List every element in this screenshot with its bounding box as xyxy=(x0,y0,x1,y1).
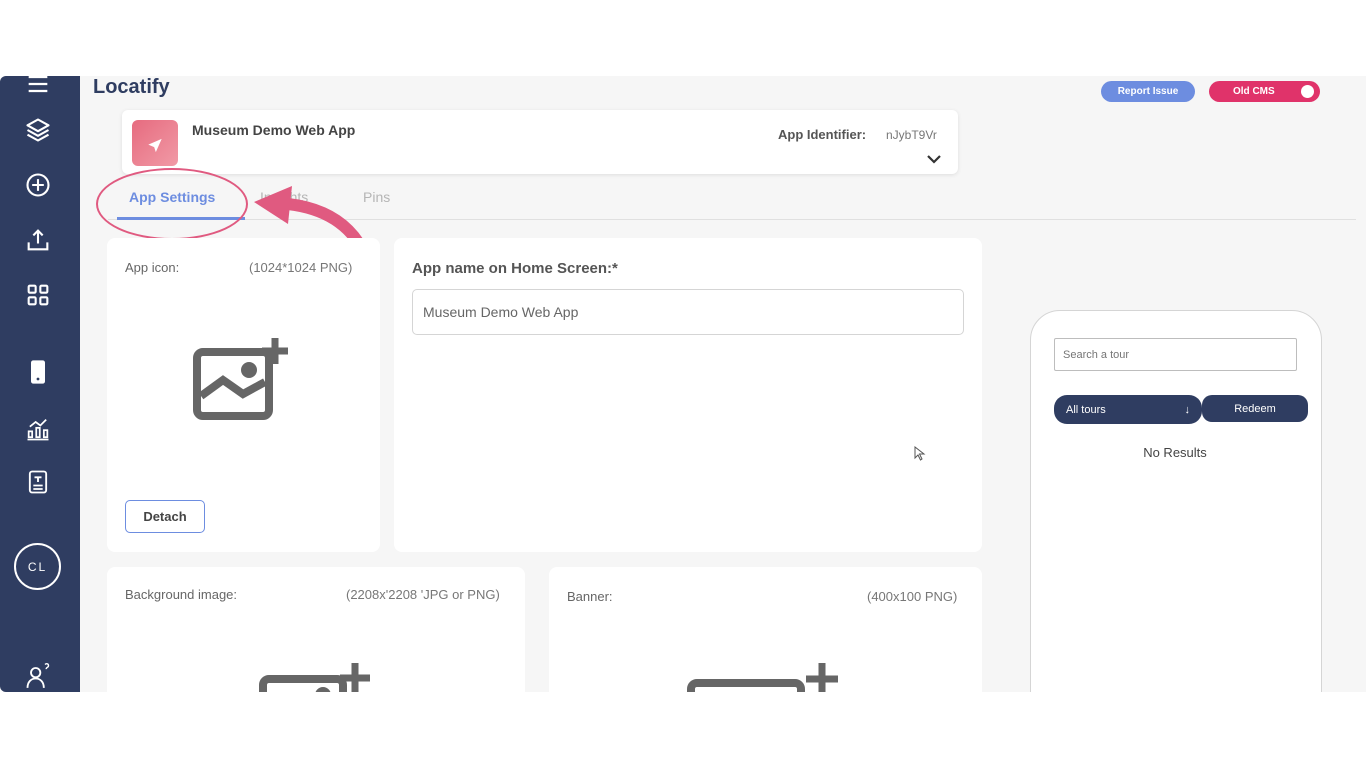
mouse-cursor-icon xyxy=(914,446,926,461)
user-avatar[interactable]: CL xyxy=(14,543,61,590)
app-window: CL Locatify Report Issue Old CMS Museum … xyxy=(0,76,1366,692)
analytics-icon[interactable] xyxy=(22,413,54,445)
apps-grid-icon[interactable] xyxy=(22,279,54,311)
plane-icon xyxy=(148,138,162,153)
detach-button[interactable]: Detach xyxy=(125,500,205,533)
add-image-icon[interactable] xyxy=(687,661,847,692)
banner-hint: (400x100 PNG) xyxy=(867,589,958,604)
no-results-text: No Results xyxy=(1143,445,1207,460)
app-name-field-label: App name on Home Screen:* xyxy=(412,260,618,277)
add-image-icon[interactable] xyxy=(257,661,377,692)
mobile-icon[interactable] xyxy=(22,356,54,388)
app-icon-card: App icon: (1024*1024 PNG) Detach xyxy=(107,238,380,552)
toggle-knob xyxy=(1301,85,1314,98)
background-image-card: Background image: (2208x'2208 'JPG or PN… xyxy=(107,567,525,692)
phone-preview: All tours ↓ Redeem No Results xyxy=(1030,310,1322,692)
chevron-down-icon[interactable] xyxy=(925,152,943,166)
background-image-hint: (2208x'2208 'JPG or PNG) xyxy=(346,587,500,602)
app-thumbnail xyxy=(132,120,178,166)
locatify-logo: Locatify xyxy=(93,76,170,98)
old-cms-toggle[interactable]: Old CMS xyxy=(1209,81,1320,102)
add-circle-icon[interactable] xyxy=(22,169,54,201)
redeem-button[interactable]: Redeem xyxy=(1202,395,1308,422)
highlight-ellipse xyxy=(96,168,248,240)
sidebar: CL xyxy=(0,76,80,692)
report-issue-button[interactable]: Report Issue xyxy=(1101,81,1195,102)
app-identifier-label: App Identifier: xyxy=(778,127,867,142)
background-image-label: Background image: xyxy=(125,587,238,602)
menu-icon[interactable] xyxy=(22,76,54,100)
app-name-input[interactable] xyxy=(412,289,964,335)
all-tours-label: All tours xyxy=(1066,403,1106,416)
help-user-icon[interactable] xyxy=(22,659,54,691)
app-name: Museum Demo Web App xyxy=(192,122,356,138)
old-cms-label: Old CMS xyxy=(1233,86,1275,97)
layers-icon[interactable] xyxy=(22,114,54,146)
app-identifier-value: nJybT9Vr xyxy=(886,128,937,142)
upload-icon[interactable] xyxy=(22,224,54,256)
avatar-initials: CL xyxy=(27,559,48,574)
app-icon-hint: (1024*1024 PNG) xyxy=(249,260,353,275)
banner-card: Banner: (400x100 PNG) xyxy=(549,567,982,692)
all-tours-dropdown[interactable]: All tours ↓ xyxy=(1054,395,1202,424)
arrow-down-icon: ↓ xyxy=(1184,403,1191,416)
app-selector[interactable]: Museum Demo Web App App Identifier: nJyb… xyxy=(122,110,958,174)
app-icon-label: App icon: xyxy=(125,260,180,275)
survey-icon[interactable] xyxy=(22,466,54,498)
search-tour-input[interactable] xyxy=(1054,338,1297,371)
app-name-card: App name on Home Screen:* xyxy=(394,238,982,552)
banner-label: Banner: xyxy=(567,589,613,604)
add-image-icon[interactable] xyxy=(191,338,295,422)
